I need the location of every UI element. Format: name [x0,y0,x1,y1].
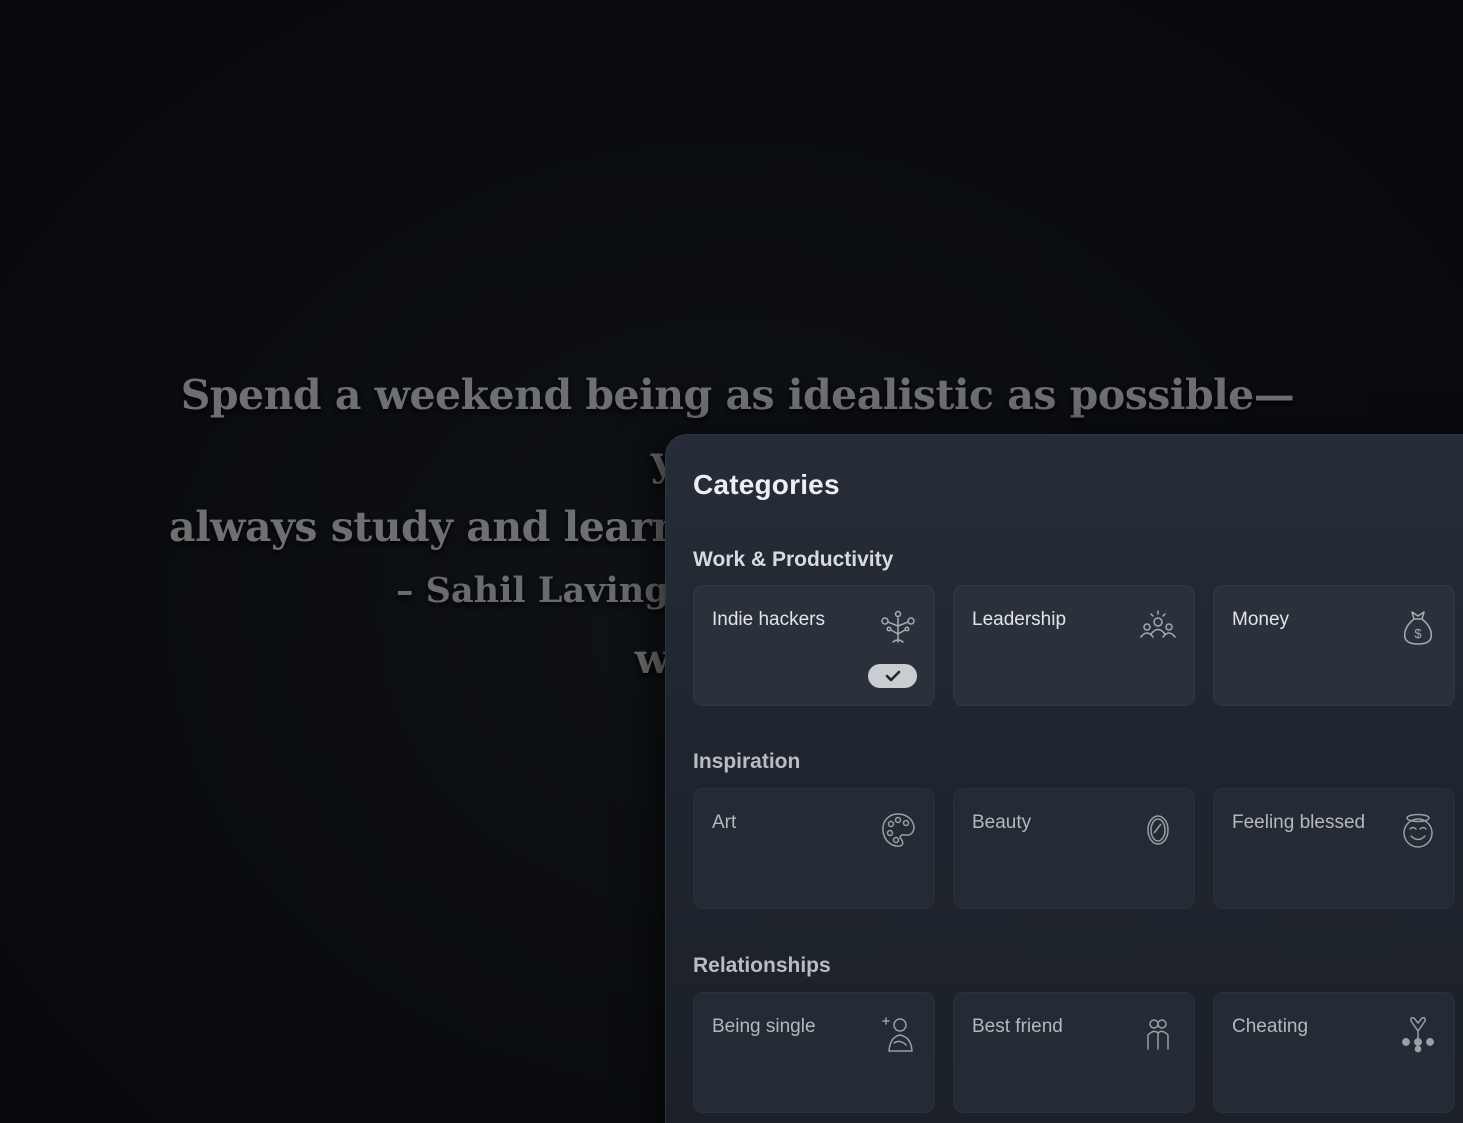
broken-heart-icon [1400,1015,1436,1053]
card-label: Art [712,812,737,833]
category-card-cheating[interactable]: Cheating [1213,992,1455,1113]
money-bag-icon: $ [1400,608,1436,646]
screen: Spend a weekend being as idealistic as p… [0,0,1463,1123]
mirror-icon [1140,811,1176,849]
single-person-icon [880,1015,916,1053]
leadership-icon [1140,608,1176,646]
category-card-beauty[interactable]: Beauty [953,788,1195,909]
section-row-inspiration: Art Beauty Feeling blessed [693,788,1455,909]
svg-text:$: $ [1414,626,1422,641]
category-card-being-single[interactable]: Being single [693,992,935,1113]
category-card-feeling-blessed[interactable]: Feeling blessed [1213,788,1455,909]
category-card-art[interactable]: Art [693,788,935,909]
card-label: Money [1232,609,1290,630]
card-label: Feeling blessed [1232,812,1366,833]
category-card-best-friend[interactable]: Best friend [953,992,1195,1113]
card-label: Being single [712,1016,816,1037]
category-card-leadership[interactable]: Leadership [953,585,1195,706]
card-label: Best friend [972,1016,1063,1037]
smile-halo-icon [1400,811,1436,849]
card-label: Beauty [972,812,1032,833]
section-row-work-productivity: Indie hackers Leadership Money $ [693,585,1455,706]
section-title-relationships: Relationships [693,954,831,977]
card-label: Indie hackers [712,609,826,630]
panel-title: Categories [693,469,840,500]
quote-author: – Sahil Lavingia [396,570,705,611]
category-card-indie-hackers[interactable]: Indie hackers [693,585,935,706]
card-label: Leadership [972,609,1067,630]
card-label: Cheating [1232,1016,1309,1037]
section-row-relationships: Being single Best friend Cheating [693,992,1455,1113]
check-icon [885,670,900,682]
selected-check-badge [868,664,917,688]
indie-hackers-icon [880,608,916,646]
section-title-work-productivity: Work & Productivity [693,548,894,571]
categories-panel: Categories Work & Productivity Indie hac… [665,434,1463,1123]
category-card-money[interactable]: Money $ [1213,585,1455,706]
friends-icon [1140,1015,1176,1053]
palette-icon [880,811,916,849]
section-title-inspiration: Inspiration [693,750,801,773]
